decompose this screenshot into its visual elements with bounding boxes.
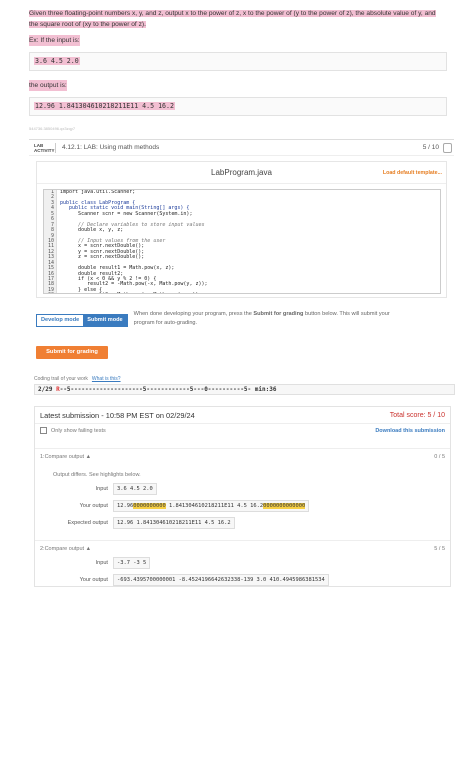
- input-label: Input: [95, 560, 108, 566]
- develop-mode-button[interactable]: Develop mode: [37, 315, 84, 326]
- test-case-1: 1:Compare output ▲ 0 / 5 Output differs.…: [35, 448, 450, 529]
- test-input: 3.6 4.5 2.0: [113, 483, 157, 495]
- submit-mode-button[interactable]: Submit mode: [83, 315, 127, 326]
- what-is-this-link[interactable]: What is this?: [92, 376, 121, 382]
- code-text: result2 = Math.pow(x, Math.pow(y, z));: [87, 292, 201, 293]
- problem-meta-id: 544736.3850496.qx3zqy7: [29, 126, 76, 131]
- input-label: Input: [95, 486, 108, 492]
- lab-activity-tag: LAB ACTIVITY: [34, 142, 56, 153]
- coding-trail: 2/29 R--5--------------------5----------…: [34, 384, 455, 395]
- example-output-box: 12.96 1.841304610218211E11 4.5 16.2: [29, 97, 447, 116]
- line-number: 20: [48, 292, 54, 293]
- code-editor[interactable]: 1 import java.util.Scanner; 2 3 public class…: [43, 189, 441, 294]
- chevron-up-icon[interactable]: ▲: [86, 546, 91, 552]
- test-score: 0 / 5: [434, 454, 445, 460]
- editor-card: LabProgram.java Load default template...…: [36, 161, 447, 298]
- mode-description: When done developing your program, press…: [133, 311, 390, 326]
- expected-output-label: Expected output: [67, 520, 108, 526]
- coding-trail-header: Coding trail of your work What is this?: [34, 376, 121, 382]
- example-output-label: the output is:: [29, 80, 67, 91]
- chevron-up-icon[interactable]: ▲: [86, 454, 91, 460]
- your-output-label: Your output: [79, 577, 108, 583]
- download-submission-link[interactable]: Download this submission: [375, 428, 445, 434]
- test-title[interactable]: 2:Compare output ▲: [40, 546, 91, 552]
- mode-toggle: Develop mode Submit mode: [36, 314, 128, 327]
- example-input-label: Ex: If the input is:: [29, 35, 80, 46]
- submission-results: Latest submission - 10:58 PM EST on 02/2…: [34, 406, 451, 587]
- your-output: 12.960000000000 1.841304610218211E11 4.5…: [113, 500, 310, 512]
- code-line: 20 result2 = Math.pow(x, Math.pow(y, z))…: [48, 292, 202, 293]
- your-output: -693.4395700000001 -8.4524196642632338-1…: [113, 574, 329, 586]
- code-text: Scanner scnr = new Scanner(System.in);: [60, 210, 193, 217]
- checkbox-icon[interactable]: [40, 427, 47, 434]
- code-text: import java.util.Scanner;: [60, 189, 136, 195]
- load-default-template-link[interactable]: Load default template...: [383, 170, 442, 176]
- test-input: -3.7 -3 5: [113, 557, 151, 569]
- test-note: Output differs. See highlights below.: [53, 472, 141, 478]
- test-score: 5 / 5: [434, 546, 445, 552]
- total-score: Total score: 5 / 10: [389, 411, 445, 419]
- failing-tests-filter[interactable]: Only show failing tests: [40, 427, 106, 434]
- lab-header: LAB ACTIVITY 4.12.1: LAB: Using math meth…: [29, 139, 454, 156]
- latest-submission-label: Latest submission - 10:58 PM EST on 02/2…: [40, 410, 195, 420]
- expected-output: 12.96 1.841304610218211E11 4.5 16.2: [113, 517, 235, 529]
- test-title[interactable]: 1:Compare output ▲: [40, 454, 91, 460]
- example-input-box: 3.6 4.5 2.0: [29, 52, 447, 71]
- lab-score: 5 / 10: [422, 144, 439, 151]
- code-text: z = scnr.nextDouble();: [60, 254, 145, 261]
- test-case-2: 2:Compare output ▲ 5 / 5 Input -3.7 -3 5 …: [35, 540, 450, 586]
- submit-for-grading-button[interactable]: Submit for grading: [36, 346, 108, 359]
- code-text: double x, y, z;: [60, 227, 124, 234]
- lab-title: 4.12.1: LAB: Using math methods: [62, 144, 160, 151]
- problem-description: Given three floating-point numbers x, y,…: [29, 10, 436, 28]
- score-box-icon: [443, 142, 452, 153]
- your-output-label: Your output: [79, 503, 108, 509]
